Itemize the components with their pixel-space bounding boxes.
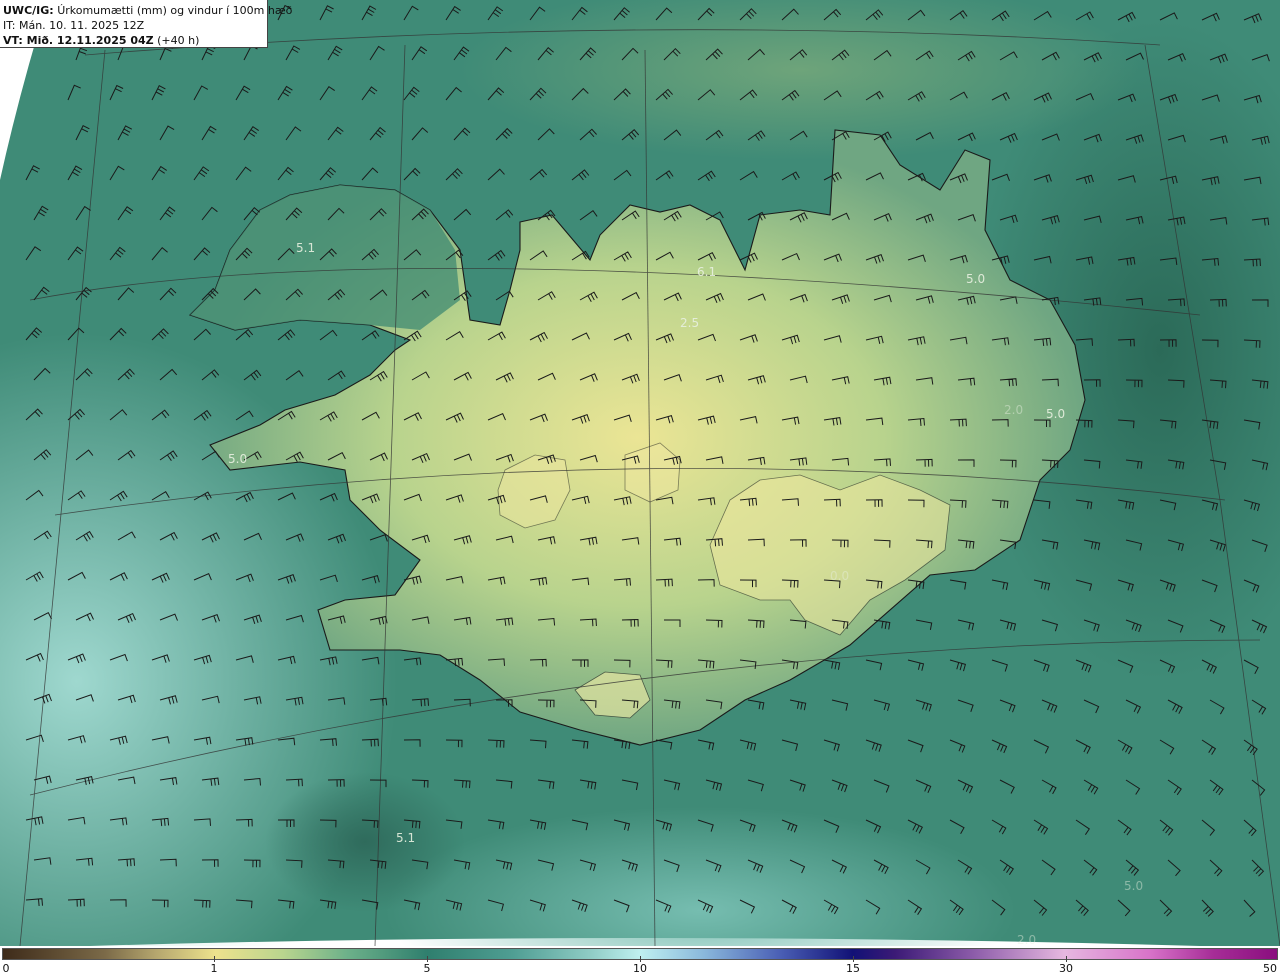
map-title: Úrkomumætti (mm) og vindur í 100m hæð [57,4,293,17]
colorbar-tick-label: 15 [846,962,860,975]
colorbar-tick-label: 1 [210,962,218,975]
value-label: 5.1 [296,241,315,255]
value-label: 6.1 [697,265,716,279]
colorbar-tick-label: 50 [1263,962,1277,975]
map-title-line: UWC/IG: Úrkomumætti (mm) og vindur í 100… [3,3,292,18]
value-label: 5.0 [1046,407,1065,421]
colorbar-tick-label: 5 [423,962,431,975]
precipitation-map: 5.1 6.1 2.5 5.0 5.0 5.0 5.1 0.0 5.0 2.0 … [0,0,1280,946]
colorbar-tick-label: 10 [633,962,647,975]
dark-precip-cell [265,772,465,912]
value-label: 0.0 [830,569,849,583]
value-label: 5.0 [228,452,247,466]
map-info-box: UWC/IG: Úrkomumætti (mm) og vindur í 100… [0,0,292,48]
value-label: 5.0 [966,272,985,286]
valid-time: VT: Mið. 12.11.2025 04Z [3,34,154,47]
value-label: 5.1 [396,831,415,845]
value-label: 2.5 [680,316,699,330]
map-area: 5.1 6.1 2.5 5.0 5.0 5.0 5.1 0.0 5.0 2.0 … [0,0,1280,946]
value-label: 2.0 [1004,403,1023,417]
colorbar-tick-label: 30 [1059,962,1073,975]
value-label: 5.0 [1124,879,1143,893]
init-time: IT: Mán. 10. 11. 2025 12Z [3,19,145,32]
forecast-lead: (+40 h) [157,34,200,47]
valid-time-line: VT: Mið. 12.11.2025 04Z (+40 h) [3,33,267,48]
value-label: 2.0 [1017,933,1036,946]
product-name: UWC/IG: [3,4,54,17]
colorbar-tick-label: 0 [2,962,10,975]
